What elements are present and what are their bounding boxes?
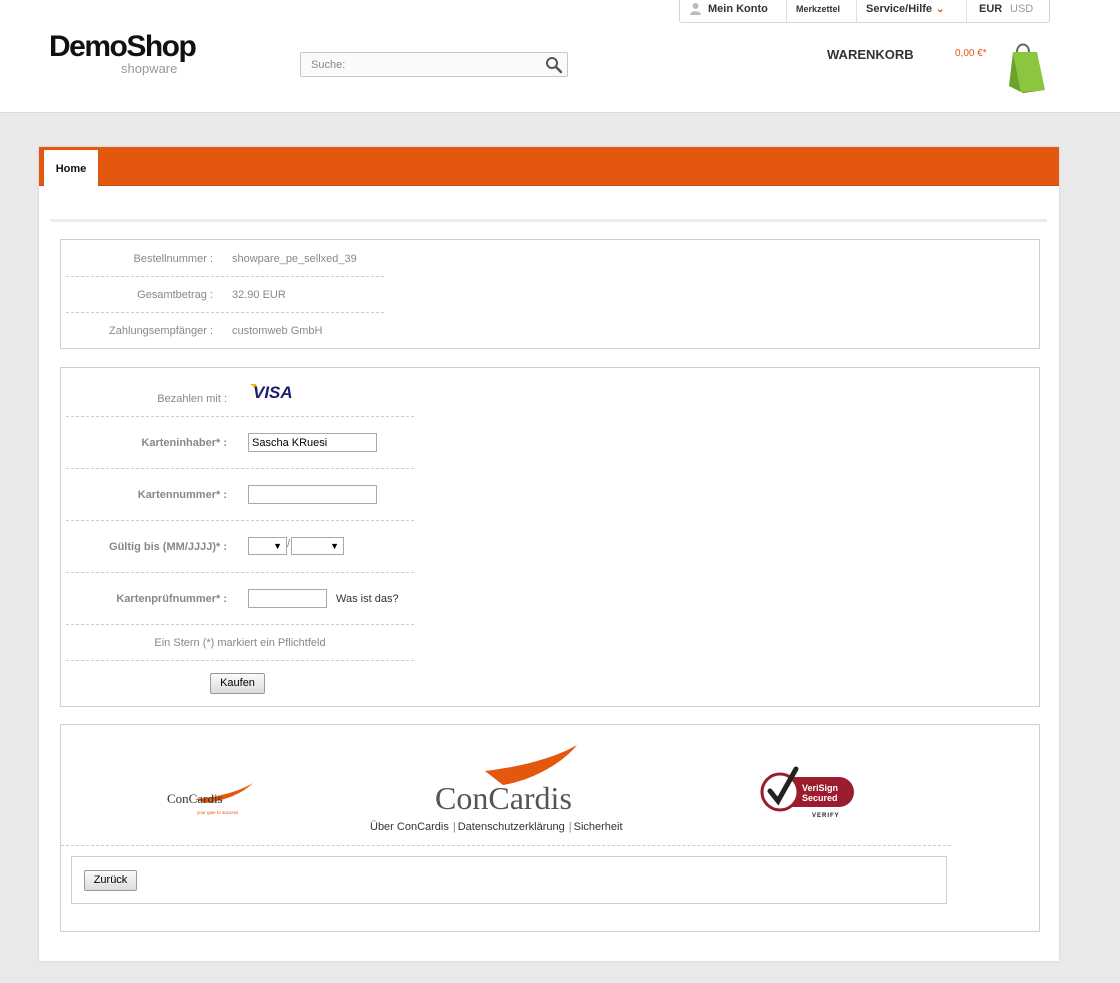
- cardholder-input[interactable]: [248, 433, 377, 452]
- verisign-seal[interactable]: VeriSign Secured VERIFY: [758, 765, 858, 821]
- order-total-label: Gesamtbetrag :: [137, 289, 213, 301]
- divider: [856, 0, 857, 22]
- account-link[interactable]: Mein Konto: [689, 0, 768, 22]
- concardis-tagline: your gate to success: [197, 810, 239, 815]
- currency-usd[interactable]: USD: [1010, 0, 1033, 22]
- top-service-bar: Mein Konto Merkzettel Service/Hilfe ⌄ EUR…: [679, 0, 1050, 23]
- card-number-label: Kartennummer* :: [137, 489, 227, 501]
- cvc-help-link[interactable]: Was ist das?: [336, 593, 399, 605]
- concardis-large-logo[interactable]: ConCardis: [433, 743, 583, 816]
- search-box: [300, 52, 568, 77]
- cart-amount[interactable]: 0,00 €*: [955, 48, 987, 59]
- shop-logo[interactable]: DemoShop shopware: [49, 30, 197, 76]
- card-number-input[interactable]: [248, 485, 377, 504]
- concardis-large-text: ConCardis: [435, 780, 572, 815]
- concardis-small-text: ConCardis: [167, 791, 223, 806]
- visa-logo: VISA: [248, 380, 300, 402]
- payment-form: Bezahlen mit : VISA Karteninhaber* : Kar…: [60, 367, 1040, 707]
- required-note: Ein Stern (*) markiert ein Pflichtfeld: [154, 637, 326, 649]
- expiry-month-select[interactable]: ▼: [248, 537, 287, 555]
- main-navigation: Home: [39, 147, 1059, 186]
- payee-value: customweb GmbH: [232, 325, 323, 337]
- cvc-label: Kartenprüfnummer* :: [116, 593, 227, 605]
- search-input[interactable]: [301, 53, 537, 76]
- logo-sub-text: shopware: [121, 61, 178, 76]
- logo-main-text: DemoShop: [49, 30, 197, 63]
- link-about-concardis[interactable]: Über ConCardis: [370, 821, 449, 833]
- payee-label: Zahlungsempfänger :: [109, 325, 213, 337]
- nav-item-home[interactable]: Home: [44, 150, 98, 186]
- service-menu[interactable]: Service/Hilfe ⌄: [866, 0, 944, 22]
- verisign-line1: VeriSign: [802, 783, 838, 793]
- currency-eur[interactable]: EUR: [979, 0, 1002, 22]
- verisign-line2: Secured: [802, 793, 838, 803]
- row-divider: [66, 660, 414, 661]
- order-number-label: Bestellnummer :: [133, 253, 213, 265]
- order-number-value: showpare_pe_sellxed_39: [232, 253, 357, 265]
- buy-button[interactable]: Kaufen: [210, 673, 265, 694]
- row-divider: [66, 624, 414, 625]
- link-security[interactable]: Sicherheit: [574, 821, 623, 833]
- footer-links: Über ConCardis | Datenschutzerklärung | Sich…: [370, 821, 623, 833]
- row-divider: [66, 468, 414, 469]
- row-divider: [66, 312, 384, 313]
- shopping-bag-icon[interactable]: [1001, 40, 1047, 99]
- wishlist-link[interactable]: Merkzettel: [796, 0, 840, 22]
- row-divider: [66, 572, 414, 573]
- row-divider: [66, 416, 414, 417]
- verisign-verify: VERIFY: [812, 813, 840, 819]
- user-icon: [690, 3, 701, 15]
- expiry-year-select[interactable]: ▼: [291, 537, 344, 555]
- pay-with-label: Bezahlen mit :: [157, 393, 227, 405]
- row-divider: [66, 276, 384, 277]
- payment-provider-info: ConCardis your gate to success ConCardis…: [60, 724, 1040, 932]
- expiry-label: Gültig bis (MM/JJJJ)* :: [109, 541, 227, 553]
- back-button[interactable]: Zurück: [84, 870, 137, 891]
- back-container: Zurück: [71, 856, 947, 904]
- search-icon[interactable]: [545, 56, 563, 74]
- link-separator: |: [568, 821, 572, 833]
- concardis-small-logo[interactable]: ConCardis your gate to success: [165, 781, 260, 817]
- divider: [786, 0, 787, 22]
- site-header: DemoShop shopware Mein Konto Merkzettel …: [0, 0, 1120, 113]
- link-separator: |: [452, 821, 456, 833]
- row-divider: [66, 520, 414, 521]
- cvc-input[interactable]: [248, 589, 327, 608]
- order-summary: Bestellnummer : showpare_pe_sellxed_39 G…: [60, 239, 1040, 349]
- order-total-value: 32.90 EUR: [232, 289, 286, 301]
- visa-text: VISA: [253, 383, 293, 402]
- cardholder-label: Karteninhaber* :: [141, 437, 227, 449]
- chevron-down-icon: ⌄: [936, 4, 945, 15]
- main-content: Home Bestellnummer : showpare_pe_sellxed…: [39, 147, 1059, 961]
- divider: [966, 0, 967, 22]
- cart-label[interactable]: WARENKORB: [827, 47, 914, 62]
- service-label: Service/Hilfe: [866, 3, 933, 15]
- expiry-separator: /: [287, 538, 291, 550]
- divider: [50, 219, 1047, 222]
- row-divider: [61, 845, 951, 846]
- link-privacy[interactable]: Datenschutzerklärung: [458, 821, 565, 833]
- account-label: Mein Konto: [708, 3, 768, 15]
